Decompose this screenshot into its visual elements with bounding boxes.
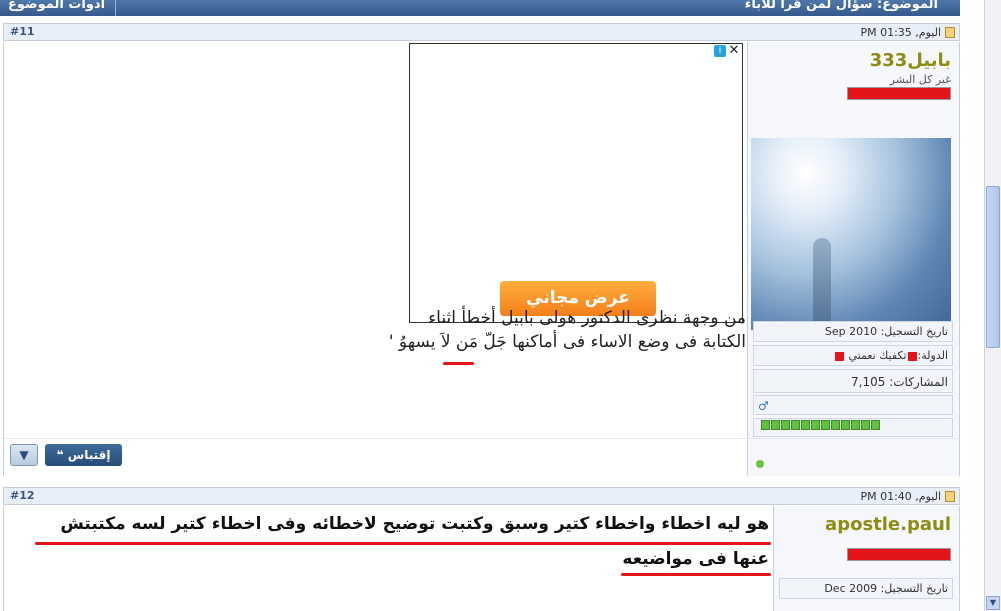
post-text-line: من وجهة نظرى الدكتور هولى بابيل أخطأ اثن… [428, 308, 746, 328]
reputation-icon [821, 420, 830, 430]
topic-title-bar: أدوات الموضوع ▼ الموضوع: سؤال لمن قرأ لل… [0, 0, 960, 16]
redacted-rank [847, 87, 951, 100]
post-number[interactable]: #12 [10, 489, 35, 502]
post-count: المشاركات: 7,105 [753, 369, 953, 393]
reputation-icon [801, 420, 810, 430]
online-status-icon [756, 460, 764, 468]
quote-label: إقتباس [67, 448, 111, 462]
post-text-line: عنها فى مواضيعه [622, 549, 769, 569]
post-icon [945, 491, 955, 502]
flag-icon [835, 351, 845, 361]
post-header: #11 اليوم, 01:35 PM [3, 23, 960, 41]
quote-button[interactable]: ❝ إقتباس [45, 444, 122, 466]
reputation-icon [761, 420, 770, 430]
reputation-icon [861, 420, 870, 430]
post-menu-button[interactable]: ▼ [10, 444, 38, 466]
highlight-underline [443, 362, 474, 365]
avatar [751, 138, 951, 330]
country-label: الدولة: [917, 349, 948, 362]
post-header: #12 اليوم, 01:40 PM [3, 487, 960, 505]
post: بابيل333 غير كل البشر تاريخ التسجيل: Sep… [3, 42, 960, 476]
reputation-icon [841, 420, 850, 430]
username-link[interactable]: بابيل333 [870, 50, 951, 71]
reputation-icon [791, 420, 800, 430]
join-date: تاريخ التسجيل: Sep 2010 [753, 321, 953, 342]
vertical-scrollbar[interactable]: ▼ [984, 0, 1001, 611]
reputation-icon [771, 420, 780, 430]
user-sidebar: بابيل333 غير كل البشر تاريخ التسجيل: Sep… [747, 42, 959, 476]
ad-info-icon[interactable]: i [714, 45, 726, 57]
highlight-underline [35, 542, 771, 545]
user-sidebar: apostle.paul تاريخ التسجيل: Dec 2009 [773, 506, 959, 611]
reputation-icon [781, 420, 790, 430]
country-row: الدولة: تكفيك نعمتي [753, 345, 953, 366]
country-value: تكفيك نعمتي [848, 349, 907, 362]
user-title: غير كل البشر [889, 73, 951, 86]
post-text-line: هو ليه اخطاء واخطاء كتير وسبق وكتبت توضي… [60, 514, 769, 534]
post-icon [945, 27, 955, 38]
scrollbar-thumb[interactable] [986, 186, 1000, 348]
username-link[interactable]: apostle.paul [825, 514, 951, 535]
advertisement[interactable]: i ✕ عرض مجاني [409, 43, 743, 323]
page-gutter [960, 0, 984, 611]
male-gender-icon: ♂ [758, 399, 769, 413]
flag-icon [907, 351, 917, 361]
reputation-icon [831, 420, 840, 430]
reputation-icon [851, 420, 860, 430]
post-date: اليوم, 01:40 PM [860, 490, 941, 503]
redacted-rank [847, 548, 951, 561]
post-text-line: الكتابة فى وضع الاساء فى أماكنها جَلّ مَ… [388, 332, 746, 352]
reputation-icon [811, 420, 820, 430]
thread-tools-button[interactable]: أدوات الموضوع ▼ [0, 0, 116, 16]
ad-close-icon[interactable]: ✕ [727, 44, 741, 58]
gender-row: ♂ [753, 395, 953, 415]
highlight-underline [621, 573, 771, 576]
post-footer-divider [4, 438, 959, 439]
join-date: تاريخ التسجيل: Dec 2009 [779, 578, 953, 599]
avatar-figure [813, 238, 831, 324]
scroll-down-arrow-icon[interactable]: ▼ [986, 596, 1000, 610]
reputation-icon [871, 420, 880, 430]
topic-title: الموضوع: سؤال لمن قرأ للأباء [744, 0, 938, 12]
post-number[interactable]: #11 [10, 25, 35, 38]
quote-icon: ❝ [56, 448, 68, 462]
post-date: اليوم, 01:35 PM [860, 26, 941, 39]
post: apostle.paul تاريخ التسجيل: Dec 2009 هو … [3, 506, 960, 611]
reputation-bar [753, 418, 953, 437]
